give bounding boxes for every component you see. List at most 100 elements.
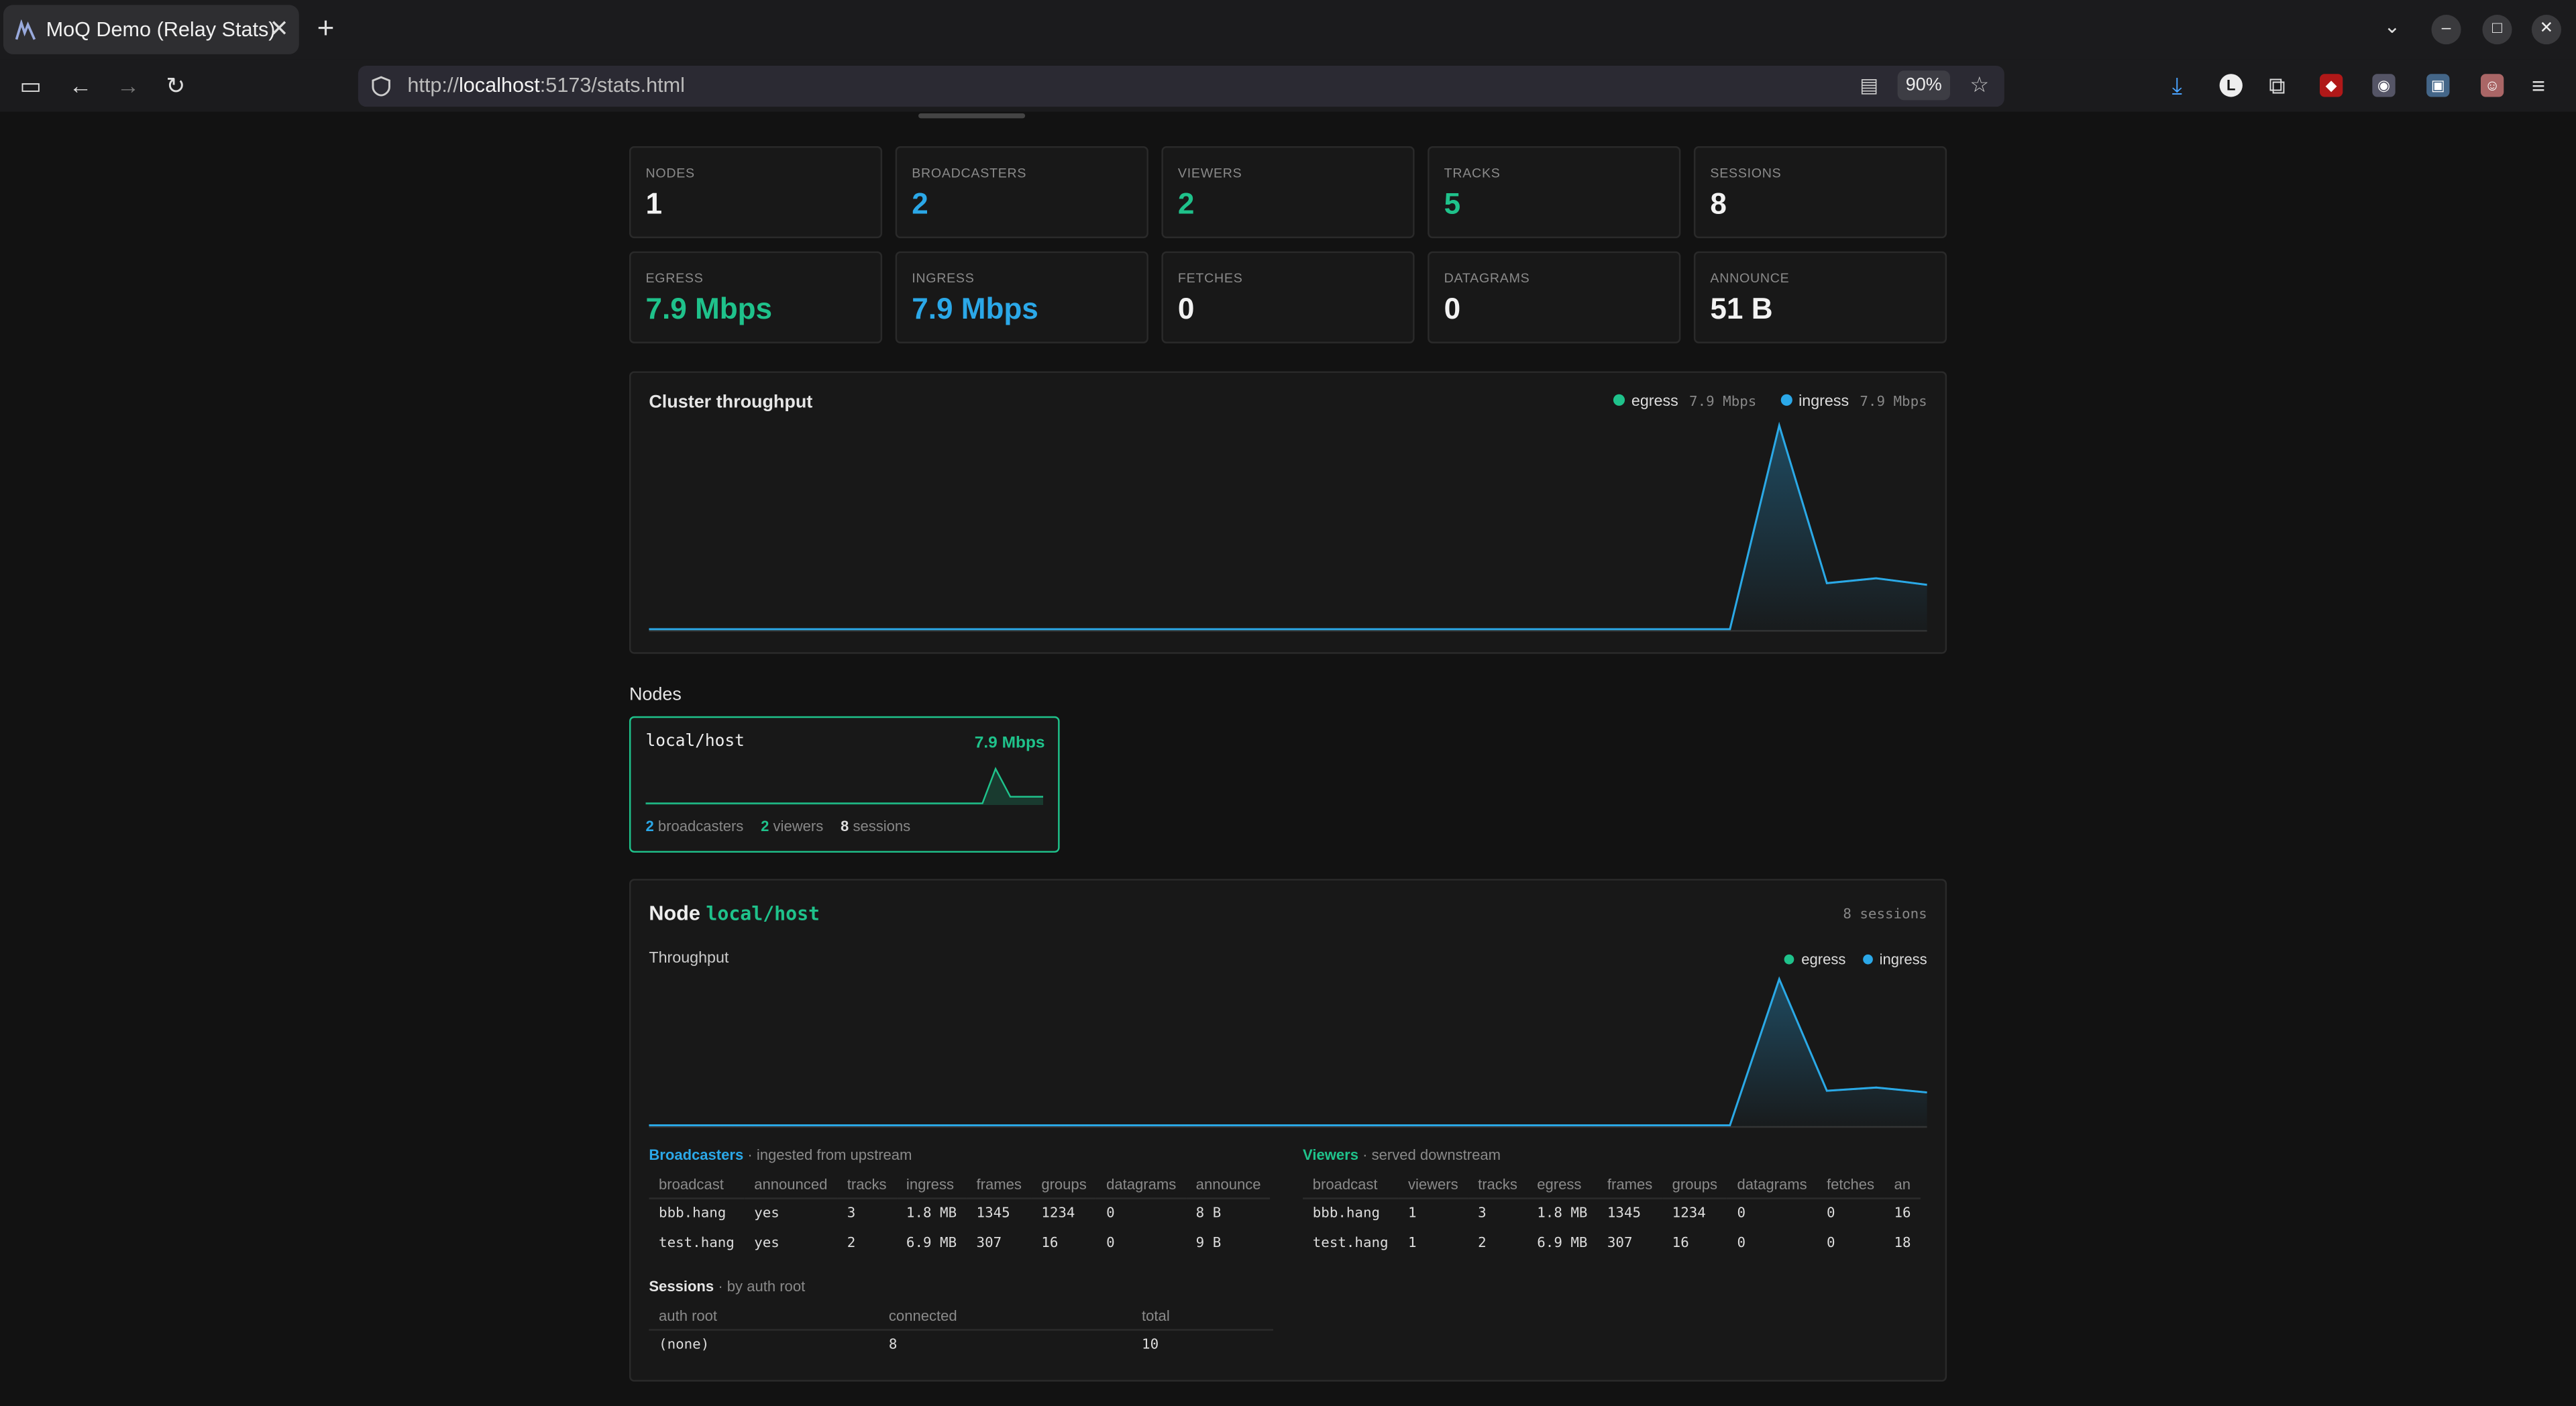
zoom-level[interactable]: 90% xyxy=(1897,70,1950,101)
table-cell: yes xyxy=(754,1235,780,1252)
table-cell: test.hang xyxy=(1312,1235,1389,1252)
stat-value: 0 xyxy=(1444,292,1461,325)
node-detail-sessions: 8 sessions xyxy=(1843,906,1927,924)
col-header: connected xyxy=(879,1301,1132,1331)
stat-value: 5 xyxy=(1444,187,1461,221)
node-card-rate: 7.9 Mbps xyxy=(974,734,1045,753)
legend-ingress-value: 7.9 Mbps xyxy=(1860,394,1927,411)
back-icon[interactable]: ← xyxy=(69,72,92,99)
ublock-icon[interactable]: ◆ xyxy=(2319,74,2343,97)
sessions-subtitle: · by auth root xyxy=(718,1278,806,1295)
table-cell: 1234 xyxy=(1672,1205,1706,1223)
egress-line xyxy=(649,421,1927,631)
cluster-throughput-chart xyxy=(649,421,1927,632)
sessions-table: auth root connected total (none) 8 10 xyxy=(649,1301,1273,1360)
node-card-counts: 2 broadcasters 2 viewers 8 sessions xyxy=(645,818,910,834)
tab-title: MoQ Demo (Relay Stats) xyxy=(46,17,276,42)
stat-value: 0 xyxy=(1177,292,1195,325)
table-cell: 0 xyxy=(1106,1205,1115,1223)
reader-view-icon[interactable]: ▤ xyxy=(1860,74,1878,97)
table-cell: 1.8 MB xyxy=(906,1205,957,1223)
extension-picture-icon[interactable]: ▣ xyxy=(2426,74,2450,97)
node-broadcasters-count: 2 xyxy=(645,818,654,835)
col-header: broadcast xyxy=(649,1169,745,1199)
cluster-legend: egress 7.9 Mbps ingress 7.9 Mbps xyxy=(1613,392,1927,411)
stat-value: 7.9 Mbps xyxy=(645,292,773,325)
extensions-icon[interactable]: ⧉ xyxy=(2269,72,2285,101)
forward-icon[interactable]: → xyxy=(117,72,140,99)
extension-mask-icon[interactable]: ◉ xyxy=(2372,74,2396,97)
stat-card-broadcasters: BROADCASTERS 2 xyxy=(895,146,1148,239)
table-cell: 307 xyxy=(1607,1235,1633,1252)
col-header: an xyxy=(1884,1169,1921,1199)
col-header: egress xyxy=(1527,1169,1598,1199)
browser-tab[interactable]: MoQ Demo (Relay Stats) ✕ xyxy=(3,5,299,54)
minimize-icon[interactable]: – xyxy=(2431,15,2461,45)
ingress-dot-icon xyxy=(1863,954,1873,965)
stat-label: VIEWERS xyxy=(1177,166,1242,181)
downloads-icon[interactable]: ⤓ xyxy=(2172,72,2182,101)
ingress-line xyxy=(649,976,1927,1127)
sessions-title: Sessions xyxy=(649,1278,714,1295)
table-cell: yes xyxy=(754,1205,780,1223)
stat-label: TRACKS xyxy=(1444,166,1501,181)
legend-egress-label: egress xyxy=(1631,392,1678,411)
egress-dot-icon xyxy=(1613,394,1625,406)
stat-value: 2 xyxy=(1177,187,1195,221)
egress-dot-icon xyxy=(1784,954,1795,965)
col-header: fetches xyxy=(1817,1169,1884,1199)
col-header: tracks xyxy=(837,1169,897,1199)
bookmark-star-icon[interactable]: ☆ xyxy=(1970,72,1989,99)
table-header-row: auth root connected total xyxy=(649,1301,1273,1331)
stat-value: 51 B xyxy=(1710,292,1773,325)
broadcasters-table-wrap: broadcast announced tracks ingress frame… xyxy=(649,1169,1273,1262)
cluster-throughput-title: Cluster throughput xyxy=(649,392,813,413)
table-row: test.hang 1 2 6.9 MB 307 16 0 0 18 xyxy=(1303,1229,1921,1258)
table-header-row: broadcast announced tracks ingress frame… xyxy=(649,1169,1271,1199)
table-header-row: broadcast viewers tracks egress frames g… xyxy=(1303,1169,1921,1199)
stat-card-announce: ANNOUNCE 51 B xyxy=(1693,251,1947,343)
stat-label: SESSIONS xyxy=(1710,166,1782,181)
node-card[interactable]: local/host 7.9 Mbps 2 broadcasters 2 vie… xyxy=(629,716,1060,853)
sidebar-icon[interactable]: ▭ xyxy=(19,72,41,101)
tab-list-chevron-icon[interactable]: ⌄ xyxy=(2383,15,2400,38)
stat-card-sessions: SESSIONS 8 xyxy=(1693,146,1947,239)
col-header: datagrams xyxy=(1096,1169,1186,1199)
table-cell: 18 xyxy=(1894,1235,1911,1252)
table-cell: 16 xyxy=(1672,1235,1689,1252)
new-tab-icon[interactable]: + xyxy=(317,11,335,46)
table-cell: 16 xyxy=(1041,1235,1059,1252)
close-window-icon[interactable]: ✕ xyxy=(2531,15,2561,45)
col-header: broadcast xyxy=(1303,1169,1399,1199)
viewers-table: broadcast viewers tracks egress frames g… xyxy=(1303,1169,1921,1258)
node-viewers-label: viewers xyxy=(773,818,824,835)
table-cell: 1 xyxy=(1407,1235,1417,1252)
table-cell: 9 B xyxy=(1195,1235,1222,1252)
node-legend: egress ingress xyxy=(1784,951,1927,968)
table-cell: 0 xyxy=(1106,1235,1115,1252)
legend-egress-label: egress xyxy=(1801,951,1846,968)
reload-icon[interactable]: ↻ xyxy=(166,72,185,101)
table-cell: 1 xyxy=(1407,1205,1417,1223)
ingress-line xyxy=(649,421,1927,631)
account-icon[interactable]: L xyxy=(2219,74,2243,97)
viewers-subtitle: · served downstream xyxy=(1362,1146,1501,1163)
stat-value: 2 xyxy=(912,187,928,221)
stat-card-ingress: INGRESS 7.9 Mbps xyxy=(895,251,1148,343)
extension-face-icon[interactable]: ☺ xyxy=(2480,74,2504,97)
table-cell: 8 xyxy=(888,1337,898,1354)
maximize-icon[interactable]: □ xyxy=(2482,15,2512,45)
table-cell: 2 xyxy=(1478,1235,1487,1252)
table-cell: 1.8 MB xyxy=(1537,1205,1588,1223)
col-header: frames xyxy=(1597,1169,1662,1199)
node-sparkline xyxy=(645,767,1044,806)
nav-bar: ▭ ← → ↻ http://localhost:5173/stats.html… xyxy=(0,59,2576,112)
tab-close-icon[interactable]: ✕ xyxy=(270,15,289,43)
table-row: bbb.hang yes 3 1.8 MB 1345 1234 0 8 B xyxy=(649,1199,1271,1229)
stat-value: 1 xyxy=(645,187,662,221)
legend-ingress-label: ingress xyxy=(1879,951,1927,968)
node-broadcasters-label: broadcasters xyxy=(657,818,744,835)
url-bar[interactable]: http://localhost:5173/stats.html ▤ 90% ☆ xyxy=(358,65,2004,107)
menu-icon[interactable]: ≡ xyxy=(2532,72,2545,99)
ingress-area xyxy=(649,979,1927,1128)
